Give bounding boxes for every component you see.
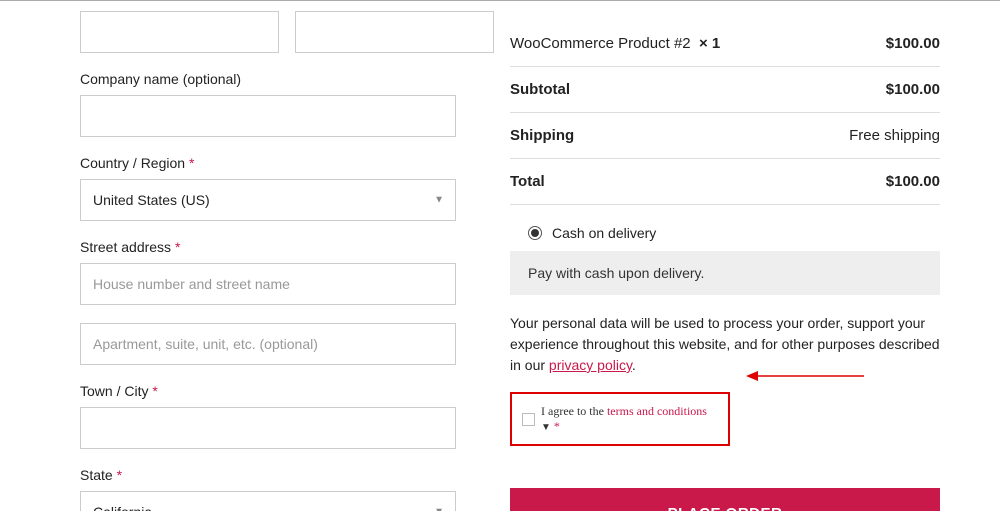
order-summary: WooCommerce Product #2 × 1 $100.00 Subto…: [510, 1, 940, 511]
street-label: Street address *: [80, 239, 456, 255]
state-field-wrap: State * ▼: [80, 467, 456, 511]
terms-checkbox[interactable]: [522, 413, 535, 426]
radio-icon: [528, 226, 542, 240]
name-row: [80, 11, 456, 53]
state-label: State *: [80, 467, 456, 483]
terms-link[interactable]: terms and conditions: [607, 404, 707, 418]
order-product-row: WooCommerce Product #2 × 1 $100.00: [510, 21, 940, 67]
total-value: $100.00: [886, 173, 940, 190]
total-label: Total: [510, 173, 545, 190]
country-label: Country / Region *: [80, 155, 456, 171]
company-label: Company name (optional): [80, 71, 456, 87]
privacy-text: Your personal data will be used to proce…: [510, 313, 940, 376]
product-name: WooCommerce Product #2: [510, 35, 691, 52]
city-field-wrap: Town / City *: [80, 383, 456, 449]
order-shipping-row: Shipping Free shipping: [510, 113, 940, 159]
state-select[interactable]: [80, 491, 456, 511]
payment-cod-option[interactable]: Cash on delivery: [510, 215, 940, 251]
privacy-policy-link[interactable]: privacy policy: [549, 357, 632, 373]
order-subtotal-row: Subtotal $100.00: [510, 67, 940, 113]
company-field[interactable]: [80, 95, 456, 137]
street-field-wrap: Street address *: [80, 239, 456, 305]
order-total-row: Total $100.00: [510, 159, 940, 205]
payment-cod-label: Cash on delivery: [552, 225, 656, 241]
product-price: $100.00: [886, 35, 940, 52]
country-select[interactable]: [80, 179, 456, 221]
company-field-wrap: Company name (optional): [80, 71, 456, 137]
subtotal-value: $100.00: [886, 81, 940, 98]
payment-cod-desc: Pay with cash upon delivery.: [510, 251, 940, 295]
first-name-field[interactable]: [80, 11, 279, 53]
terms-box: I agree to the terms and conditions ▼ *: [510, 392, 730, 446]
street2-field-wrap: [80, 323, 456, 365]
place-order-button[interactable]: PLACE ORDER: [510, 488, 940, 511]
annotation-arrow: [746, 369, 866, 383]
last-name-field[interactable]: [295, 11, 494, 53]
chevron-down-icon: ▼: [541, 422, 551, 433]
subtotal-label: Subtotal: [510, 81, 570, 98]
shipping-label: Shipping: [510, 127, 574, 144]
country-field-wrap: Country / Region * ▼: [80, 155, 456, 221]
billing-form: Company name (optional) Country / Region…: [80, 1, 480, 511]
shipping-value: Free shipping: [849, 127, 940, 144]
product-qty: × 1: [699, 35, 720, 52]
city-field[interactable]: [80, 407, 456, 449]
terms-text: I agree to the terms and conditions ▼ *: [541, 404, 718, 434]
city-label: Town / City *: [80, 383, 456, 399]
street2-field[interactable]: [80, 323, 456, 365]
payment-block: Cash on delivery Pay with cash upon deli…: [510, 215, 940, 295]
street1-field[interactable]: [80, 263, 456, 305]
